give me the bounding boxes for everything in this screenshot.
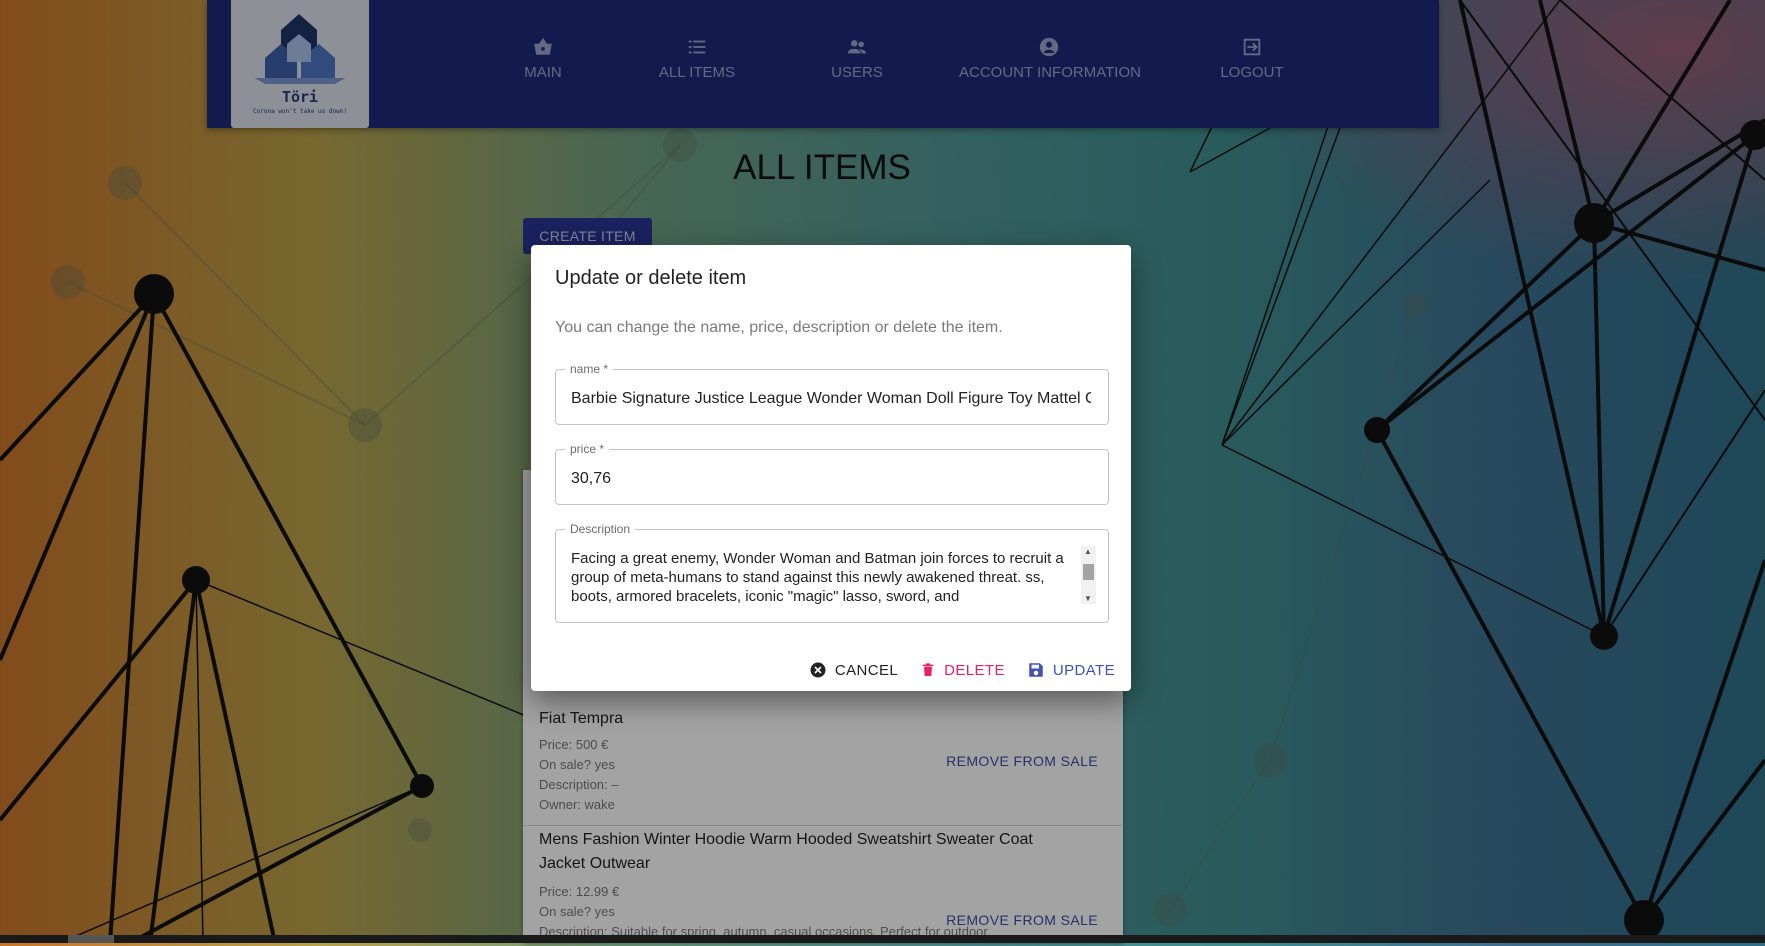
- dialog-description: You can change the name, price, descript…: [555, 319, 1003, 336]
- taskbar: [0, 935, 1765, 943]
- update-label: UPDATE: [1052, 661, 1115, 679]
- cancel-label: CANCEL: [834, 661, 899, 679]
- update-button[interactable]: UPDATE: [1027, 661, 1115, 679]
- save-icon: [1029, 663, 1043, 677]
- name-field-label: name *: [565, 362, 614, 376]
- description-field: Description Facing a great enemy, Wonder…: [555, 522, 1109, 623]
- dialog-actions: CANCEL DELETE UPDATE: [787, 655, 1115, 685]
- description-field-label: Description: [565, 522, 636, 536]
- name-input[interactable]: [569, 387, 1093, 411]
- description-textarea[interactable]: Facing a great enemy, Wonder Woman and B…: [569, 547, 1073, 611]
- update-item-dialog: Update or delete item You can change the…: [531, 245, 1131, 691]
- cancel-button[interactable]: CANCEL: [809, 661, 898, 679]
- cancel-icon: [810, 662, 826, 678]
- scroll-down-icon[interactable]: ▼: [1084, 594, 1092, 603]
- scrollbar-thumb[interactable]: [1083, 564, 1094, 580]
- dialog-title: Update or delete item: [555, 267, 747, 289]
- price-field-label: price *: [565, 442, 610, 456]
- name-field: name *: [555, 362, 1109, 425]
- price-field: price *: [555, 442, 1109, 505]
- description-scrollbar[interactable]: ▲ ▼: [1081, 546, 1096, 604]
- trash-icon: [922, 663, 934, 676]
- delete-label: DELETE: [944, 661, 1005, 679]
- price-input[interactable]: [569, 467, 1093, 491]
- scroll-up-icon[interactable]: ▲: [1084, 547, 1092, 556]
- delete-button[interactable]: DELETE: [920, 661, 1005, 679]
- taskbar-item[interactable]: [68, 935, 114, 943]
